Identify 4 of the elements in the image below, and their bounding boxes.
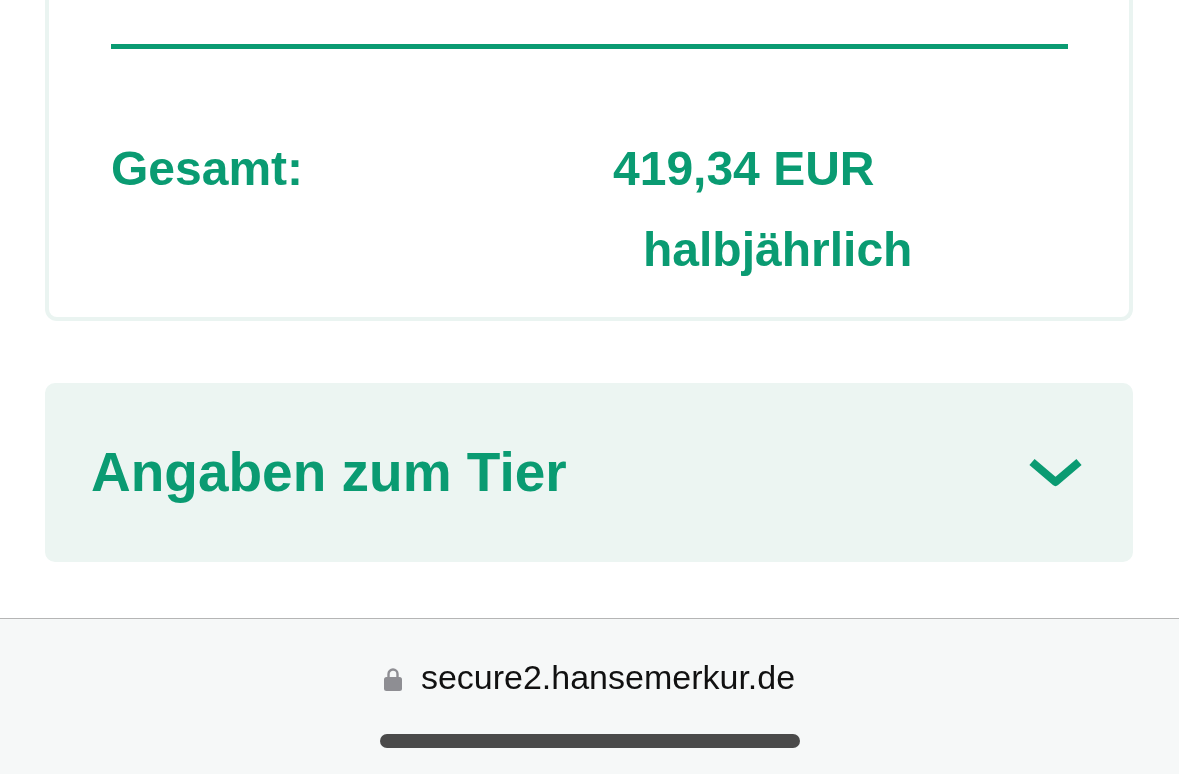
billing-period: halbjährlich bbox=[643, 226, 913, 274]
total-amount: 419,34 EUR bbox=[613, 145, 875, 193]
total-label: Gesamt: bbox=[111, 145, 304, 193]
url-button[interactable]: secure2.hansemerkur.de bbox=[383, 660, 796, 694]
